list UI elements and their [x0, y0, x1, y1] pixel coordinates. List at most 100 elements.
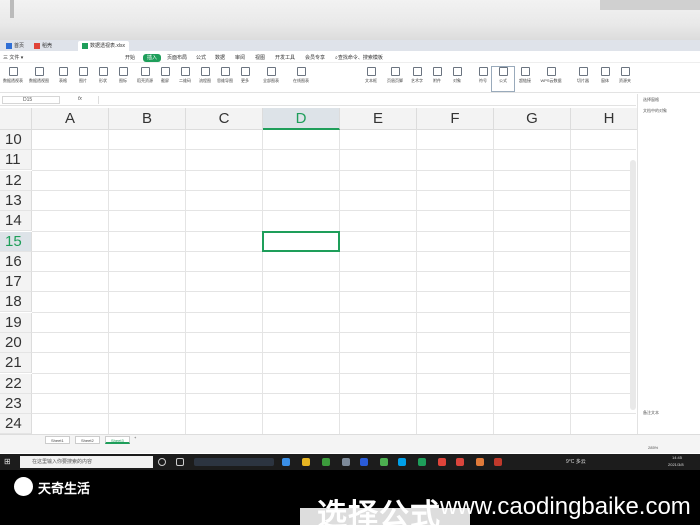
column-header-e[interactable]: E: [340, 108, 417, 130]
ribbon-shape[interactable]: 形状: [92, 67, 114, 91]
command-search[interactable]: ⌕查找命令、搜索模板: [335, 54, 383, 62]
ribbon-object[interactable]: 对象: [446, 67, 468, 91]
column-header-a[interactable]: A: [32, 108, 109, 130]
ribbon-table[interactable]: 表格: [52, 67, 74, 91]
column-header-c[interactable]: C: [186, 108, 263, 130]
ribbon-more[interactable]: 更多: [234, 67, 256, 91]
ribbon-pivot-table[interactable]: 数据透视表: [2, 67, 24, 91]
icon-library-icon: [118, 67, 128, 76]
ribbon-all-charts[interactable]: 全部图表: [260, 67, 282, 91]
photoshop-icon[interactable]: [360, 458, 368, 466]
column-header-d[interactable]: D: [263, 108, 340, 130]
ribbon-resource-folder[interactable]: 资源夹: [614, 67, 636, 91]
row-header-20[interactable]: 20: [0, 333, 32, 353]
task-view-icon[interactable]: [176, 458, 184, 466]
name-box[interactable]: D15: [2, 96, 60, 104]
weather[interactable]: 9°C 多云: [566, 458, 586, 465]
ribbon-flowchart[interactable]: 流程图: [194, 67, 216, 91]
link-icon: [520, 67, 530, 76]
paperclip-icon: [432, 67, 442, 76]
excel-icon[interactable]: [418, 458, 426, 466]
select-all-corner[interactable]: [0, 108, 32, 130]
table-icon: [58, 67, 68, 76]
menu-start[interactable]: 开始: [125, 54, 135, 62]
ribbon-formula[interactable]: 公式: [491, 66, 515, 92]
selected-cell[interactable]: [262, 230, 340, 252]
menu-view[interactable]: 视图: [255, 54, 265, 62]
file-explorer-icon[interactable]: [302, 458, 310, 466]
ribbon-slicer[interactable]: 切片器: [572, 67, 594, 91]
menu-page-layout[interactable]: 页面布局: [167, 54, 187, 62]
ribbon-form[interactable]: 窗体: [594, 67, 616, 91]
ribbon-hyperlink[interactable]: 超链接: [514, 67, 536, 91]
zoom-level[interactable]: 285%: [648, 445, 658, 450]
ribbon-symbol[interactable]: 符号: [472, 67, 494, 91]
ribbon-wps-cloud-data[interactable]: WPS云数据: [540, 67, 562, 91]
row-header-23[interactable]: 23: [0, 393, 32, 414]
add-sheet-icon[interactable]: +: [134, 435, 136, 440]
ribbon-screenshot[interactable]: 截屏: [154, 67, 176, 91]
menu-data[interactable]: 数据: [215, 54, 225, 62]
row-header-18[interactable]: 18: [0, 292, 32, 313]
ribbon-mindmap[interactable]: 思维导图: [214, 67, 236, 91]
row-header-15[interactable]: 15: [0, 231, 32, 252]
cortana-icon[interactable]: [158, 458, 166, 466]
ribbon-header-footer[interactable]: 页眉页脚: [384, 67, 406, 91]
fx-icon[interactable]: fx: [78, 96, 82, 102]
file-menu[interactable]: 三 文件 ▾: [3, 54, 23, 62]
column-header-f[interactable]: F: [417, 108, 494, 130]
menu-member[interactable]: 会员专享: [305, 54, 325, 62]
edge-icon[interactable]: [282, 458, 290, 466]
ribbon-icon[interactable]: 图标: [112, 67, 134, 91]
menu-formula[interactable]: 公式: [196, 54, 206, 62]
clock-date[interactable]: 2021/3/8: [668, 462, 684, 467]
clock-time[interactable]: 14:45: [672, 455, 682, 460]
menu-review[interactable]: 审阅: [235, 54, 245, 62]
row-header-11[interactable]: 11: [0, 150, 32, 171]
row-header-10[interactable]: 10: [0, 130, 32, 150]
windows-start-icon[interactable]: ⊞: [4, 457, 11, 466]
docer-icon: [34, 42, 40, 49]
row-header-22[interactable]: 22: [0, 373, 32, 394]
ribbon-pivot-chart[interactable]: 数据透视图: [28, 67, 50, 91]
row-header-21[interactable]: 21: [0, 353, 32, 374]
taskbar-active-app[interactable]: [194, 458, 274, 466]
taskbar-search[interactable]: 在这里输入你要搜索的内容: [20, 456, 153, 468]
ribbon-attachment[interactable]: 附件: [426, 67, 448, 91]
sheet-tab-1[interactable]: Sheet1: [45, 436, 70, 444]
cell-grid[interactable]: A B C D E F G H 10 11 12 13 14 15 16 17 18 19 20 21 22 23 24: [0, 108, 648, 435]
ribbon-docer-resource[interactable]: 稻壳资源: [134, 67, 156, 91]
store-icon[interactable]: [342, 458, 350, 466]
tab-docer[interactable]: 稻壳: [30, 41, 56, 51]
menu-insert[interactable]: 插入: [143, 54, 162, 62]
row-header-24[interactable]: 24: [0, 414, 32, 435]
tab-home[interactable]: 首页: [2, 41, 28, 51]
grid-line: [32, 413, 636, 415]
wechat-icon[interactable]: [322, 458, 330, 466]
ribbon-qrcode[interactable]: 二维码: [174, 67, 196, 91]
column-header-g[interactable]: G: [494, 108, 571, 130]
app-icon[interactable]: [398, 458, 406, 466]
formula-input[interactable]: [98, 96, 632, 104]
app-icon[interactable]: [494, 458, 502, 466]
sheet-tab-2[interactable]: Sheet2: [75, 436, 100, 444]
row-header-16[interactable]: 16: [0, 251, 32, 272]
column-header-b[interactable]: B: [109, 108, 186, 130]
sheet-tab-3[interactable]: Sheet3: [105, 436, 130, 444]
ribbon-wordart[interactable]: 艺术字: [406, 67, 428, 91]
row-header-14[interactable]: 14: [0, 211, 32, 232]
row-header-12[interactable]: 12: [0, 170, 32, 191]
app-icon[interactable]: [380, 458, 388, 466]
row-header-19[interactable]: 19: [0, 312, 32, 333]
menu-developer[interactable]: 开发工具: [275, 54, 295, 62]
app-icon[interactable]: [438, 458, 446, 466]
ribbon-online-chart[interactable]: 在线图表: [290, 67, 312, 91]
row-header-17[interactable]: 17: [0, 272, 32, 293]
tab-document[interactable]: 数据透视表.xlsx: [78, 41, 130, 51]
app-icon[interactable]: [476, 458, 484, 466]
wps-icon[interactable]: [456, 458, 464, 466]
ribbon-textbox[interactable]: 文本框: [360, 67, 382, 91]
row-header-13[interactable]: 13: [0, 190, 32, 211]
ribbon-picture[interactable]: 图片: [72, 67, 94, 91]
vertical-scrollbar[interactable]: [630, 160, 636, 410]
